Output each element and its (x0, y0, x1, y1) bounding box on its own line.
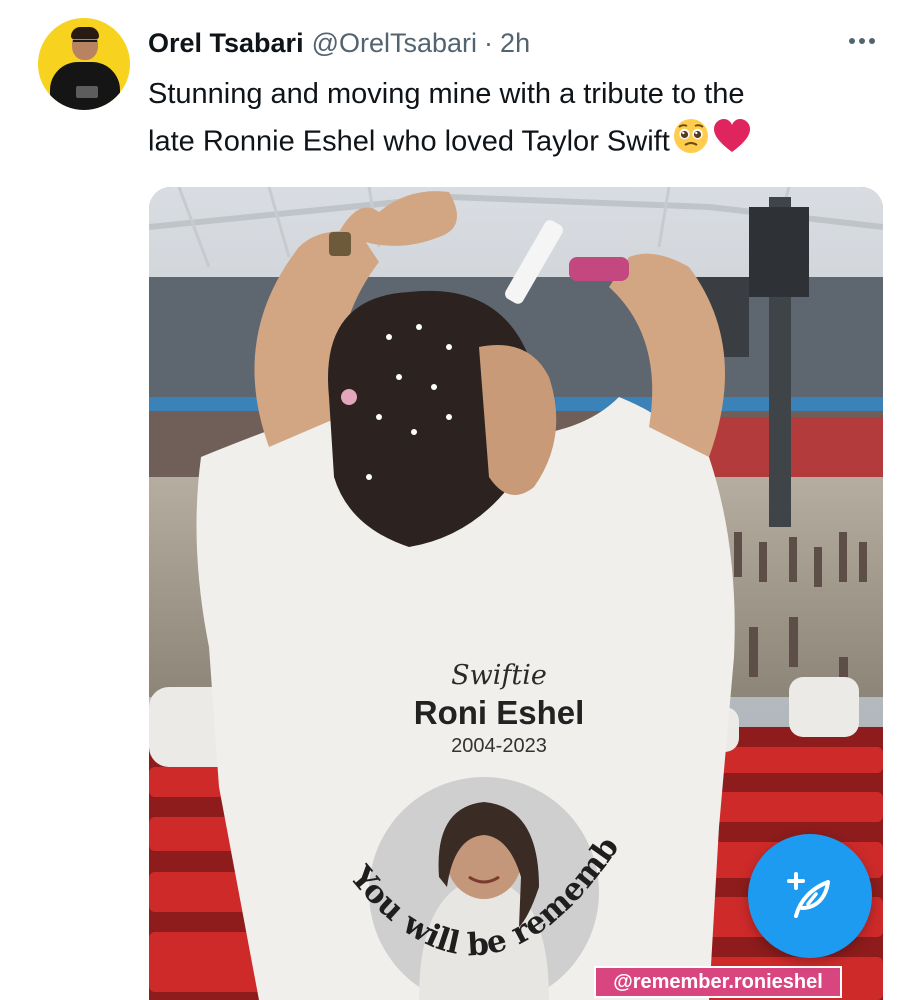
more-dot (859, 38, 865, 44)
svg-text:You will be remembered: You will be remembered (149, 187, 626, 964)
tweet-text-line-2-text: late Ronnie Eshel who loved Taylor Swift (148, 125, 670, 158)
header-separator: · (484, 27, 494, 58)
compose-tweet-icon (787, 872, 830, 918)
avatar-hair (71, 27, 99, 39)
shirt-arc-text-path: You will be remembered (149, 187, 626, 964)
author-handle[interactable]: @OrelTsabari (312, 28, 477, 59)
avatar-shirt-print (76, 86, 98, 98)
tweet-header: Orel Tsabari @OrelTsabari · 2h (148, 26, 530, 60)
avatar-glasses (73, 40, 97, 45)
tweet-timestamp[interactable]: 2h (500, 28, 530, 59)
tweet-text-line-2: late Ronnie Eshel who loved Taylor Swift (148, 117, 878, 169)
red-heart-emoji (712, 117, 752, 169)
more-dot (849, 38, 855, 44)
author-display-name[interactable]: Orel Tsabari (148, 28, 304, 59)
tweet-text: Stunning and moving mine with a tribute … (148, 72, 878, 169)
compose-tweet-button[interactable] (748, 834, 872, 958)
tweet-text-line-1: Stunning and moving mine with a tribute … (148, 78, 745, 110)
pleading-face-emoji (672, 117, 710, 169)
photo-watermark: @remember.ronieshel (594, 966, 842, 998)
author-avatar[interactable] (38, 18, 130, 110)
more-dot (869, 38, 875, 44)
more-options-icon[interactable] (842, 26, 882, 56)
